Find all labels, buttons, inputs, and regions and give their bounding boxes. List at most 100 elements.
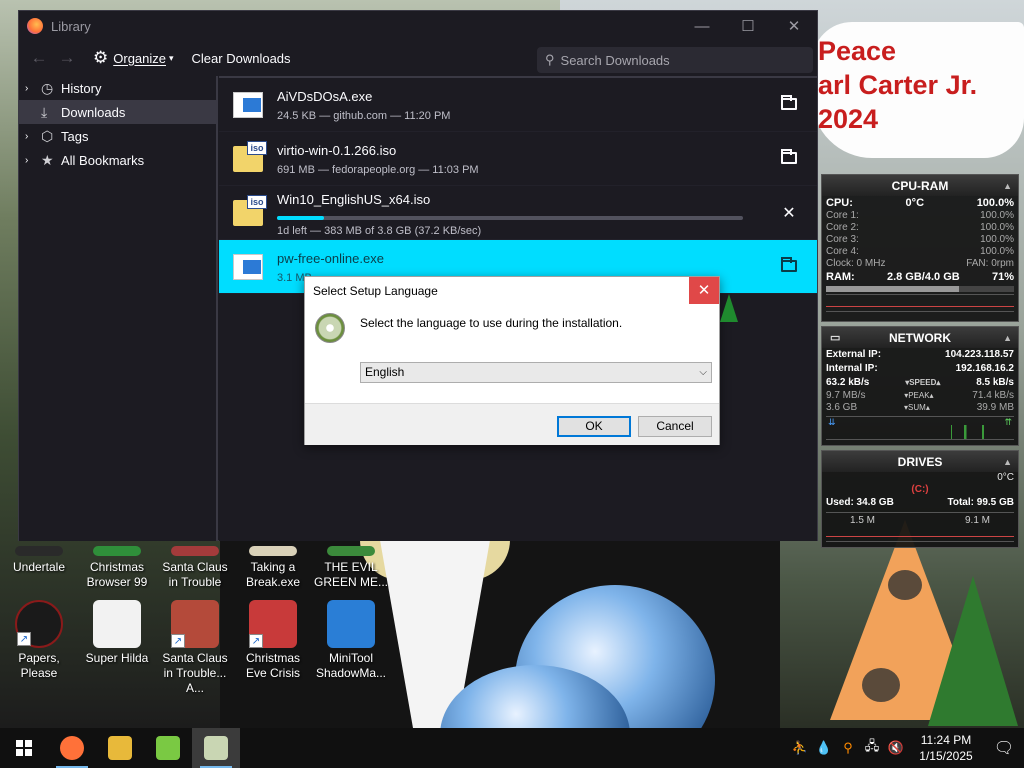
drive-read-rate: 1.5 M xyxy=(850,515,876,526)
desktop-icon-papers-please[interactable]: ↗ Papers, Please xyxy=(0,600,78,681)
close-button[interactable]: ✕ xyxy=(771,11,817,41)
ram-row: RAM: 2.8 GB/4.0 GB 71% xyxy=(822,270,1018,284)
desktop-icon-evil-green[interactable]: THE EVIL GREEN ME... xyxy=(312,546,390,590)
santa-claus-icon xyxy=(171,546,219,556)
drive-temp: 0°C xyxy=(997,472,1014,483)
library-titlebar[interactable]: Library — ☐ ✕ xyxy=(19,11,817,41)
clear-downloads-button[interactable]: Clear Downloads xyxy=(186,47,297,70)
desktop-icon-label: Christmas Eve Crisis xyxy=(245,651,300,680)
minitool-icon xyxy=(327,600,375,648)
minimize-button[interactable]: — xyxy=(679,11,725,41)
window-title: Library xyxy=(51,18,91,34)
sidebar-item-all-bookmarks[interactable]: › ★ All Bookmarks xyxy=(19,148,216,172)
desktop-icon-santa-claus-trouble[interactable]: Santa Claus in Trouble xyxy=(156,546,234,590)
desktop-icon-label: Undertale xyxy=(12,560,66,574)
network-graph: ⇊ ⇈ xyxy=(826,416,1014,440)
desktop-icon-taking-a-break[interactable]: Taking a Break.exe xyxy=(234,546,312,590)
download-status: 1d left — 383 MB of 3.8 GB (37.2 KB/sec) xyxy=(277,225,482,237)
notification-icon[interactable]: 🗨 xyxy=(984,738,1024,758)
paint-icon xyxy=(156,736,180,760)
sidebar-item-downloads[interactable]: ⤓ Downloads xyxy=(19,100,216,124)
tray-droplet-icon[interactable]: 💧 xyxy=(812,740,836,756)
collapse-arrow-icon[interactable]: ▲ xyxy=(1003,333,1012,343)
dialog-close-button[interactable]: ✕ xyxy=(689,277,719,304)
sidebar-item-tags[interactable]: › ⬡ Tags xyxy=(19,124,216,148)
dialog-titlebar[interactable]: Select Setup Language xyxy=(305,277,719,305)
download-item[interactable]: iso virtio-win-0.1.266.iso 691 MB — fedo… xyxy=(219,132,817,186)
maximize-button[interactable]: ☐ xyxy=(725,11,771,41)
speed-label: SPEED xyxy=(909,378,937,387)
gadget-title: CPU-RAM xyxy=(891,178,949,193)
collapse-arrow-icon[interactable]: ▲ xyxy=(1003,457,1012,467)
close-icon: ✕ xyxy=(782,205,796,222)
search-downloads-input[interactable]: ⚲ Search Downloads xyxy=(537,47,813,73)
back-button[interactable]: ← xyxy=(25,48,53,68)
drive-graph-line xyxy=(826,536,1014,537)
cancel-button[interactable]: Cancel xyxy=(638,416,712,437)
setup-language-dialog[interactable]: Select Setup Language ✕ Select the langu… xyxy=(304,276,720,445)
download-arrow-icon: ⇊ xyxy=(828,417,836,427)
desktop-icon-christmas-browser[interactable]: Christmas Browser 99 xyxy=(78,546,156,590)
cancel-download-button[interactable]: ✕ xyxy=(779,203,799,223)
network-icon[interactable]: 🖧 xyxy=(860,737,884,759)
core-value: 100.0% xyxy=(980,246,1014,257)
download-progress-fill xyxy=(277,216,324,220)
firefox-icon xyxy=(60,736,84,760)
download-filename: Win10_EnglishUS_x64.iso xyxy=(277,192,431,207)
taskbar-setup-button[interactable] xyxy=(192,728,240,768)
taskbar-paint-button[interactable] xyxy=(144,728,192,768)
taskbar-file-explorer-button[interactable] xyxy=(96,728,144,768)
collapse-arrow-icon[interactable]: ▲ xyxy=(1003,181,1012,191)
drive-letter: (C:) xyxy=(911,484,929,495)
forward-button[interactable]: → xyxy=(53,48,81,68)
desktop-icon-minitool-shadowmaker[interactable]: MiniTool ShadowMa... xyxy=(312,600,390,681)
folder-icon xyxy=(781,149,797,164)
chevron-right-icon[interactable]: › xyxy=(25,131,41,142)
cpu-row: CPU: 0°C 100.0% xyxy=(822,196,1018,210)
start-button[interactable] xyxy=(0,728,48,768)
ok-button[interactable]: OK xyxy=(557,416,631,437)
iso-badge: iso xyxy=(247,141,267,155)
dialog-title: Select Setup Language xyxy=(313,284,438,298)
christmas-tree-image xyxy=(928,576,1018,726)
download-speed: 63.2 kB/s xyxy=(826,377,870,388)
open-folder-button[interactable] xyxy=(779,95,799,115)
desktop-icon-super-hilda[interactable]: Super Hilda xyxy=(78,600,156,666)
desktop-icon-santa-claus-trouble-again[interactable]: ↗ Santa Claus in Trouble... A... xyxy=(156,600,234,696)
download-sum: 3.6 GB xyxy=(826,402,858,413)
download-item[interactable]: AiVDsDOsA.exe 24.5 KB — github.com — 11:… xyxy=(219,78,817,132)
language-select[interactable]: English ⌵ xyxy=(360,362,712,383)
core-label: Core 4: xyxy=(826,246,859,257)
sidebar-item-history[interactable]: › ◷ History xyxy=(19,76,216,100)
taskbar-firefox-button[interactable] xyxy=(48,728,96,768)
desktop-icon-label: Super Hilda xyxy=(85,651,149,665)
gadget-header: DRIVES ▲ xyxy=(822,451,1018,472)
super-hilda-icon xyxy=(93,600,141,648)
desktop-icon-undertale[interactable]: Undertale xyxy=(0,546,78,575)
download-item[interactable]: iso Win10_EnglishUS_x64.iso 1d left — 38… xyxy=(219,186,817,240)
volume-muted-icon[interactable]: 🔇 xyxy=(884,740,908,756)
sum-label-wrap: ▾SUM▴ xyxy=(904,403,930,412)
tray-people-icon[interactable]: ⛹ xyxy=(788,740,812,756)
search-placeholder: Search Downloads xyxy=(560,52,670,68)
core-row: Core 3: 100.0% xyxy=(822,234,1018,246)
desktop-icon-christmas-eve-crisis[interactable]: ↗ Christmas Eve Crisis xyxy=(234,600,312,681)
desktop-icon-label: Taking a Break.exe xyxy=(245,560,301,589)
drives-gadget: DRIVES ▲ 0°C (C:) Used: 34.8 GB Total: 9… xyxy=(821,450,1019,548)
organize-button[interactable]: ⚙ Organize ▾ xyxy=(87,44,180,72)
drive-activity-graph: 1.5 M 9.1 M xyxy=(826,512,1014,542)
core-label: Core 3: xyxy=(826,234,859,245)
open-folder-button[interactable] xyxy=(779,257,799,277)
open-folder-button[interactable] xyxy=(779,149,799,169)
upload-sum: 39.9 MB xyxy=(976,402,1014,413)
chevron-right-icon[interactable]: › xyxy=(25,83,41,94)
santa-claus-icon: ↗ xyxy=(171,600,219,648)
taskbar-clock[interactable]: 11:24 PM 1/15/2025 xyxy=(908,732,984,764)
setup-cd-icon xyxy=(315,313,345,343)
taking-a-break-icon xyxy=(249,546,297,556)
upload-peak: 71.4 kB/s xyxy=(972,390,1014,401)
tray-search-tool-icon[interactable]: ⚲ xyxy=(836,740,860,756)
chevron-right-icon[interactable]: › xyxy=(25,155,41,166)
iso-badge: iso xyxy=(247,195,267,209)
gadget-title: NETWORK xyxy=(889,330,951,345)
